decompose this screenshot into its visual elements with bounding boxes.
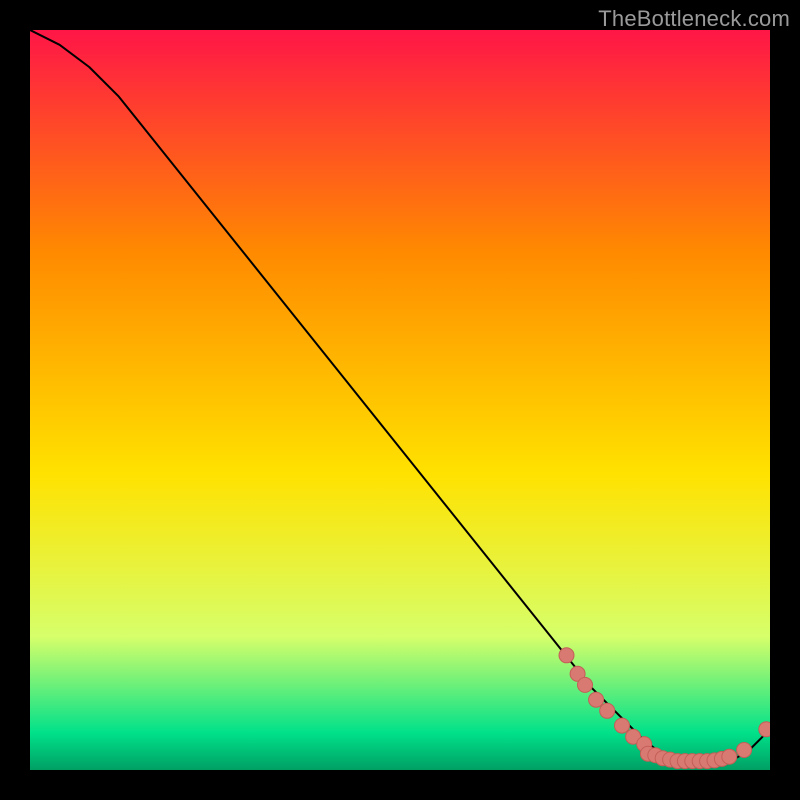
data-point	[559, 648, 574, 663]
data-point	[722, 749, 737, 764]
data-point	[737, 743, 752, 758]
chart-plot-area	[30, 30, 770, 770]
watermark-text: TheBottleneck.com	[598, 6, 790, 32]
heatmap-background	[30, 30, 770, 770]
chart-svg	[30, 30, 770, 770]
data-point	[615, 718, 630, 733]
data-point	[589, 692, 604, 707]
data-point	[600, 703, 615, 718]
data-point	[578, 677, 593, 692]
data-point	[759, 722, 770, 737]
